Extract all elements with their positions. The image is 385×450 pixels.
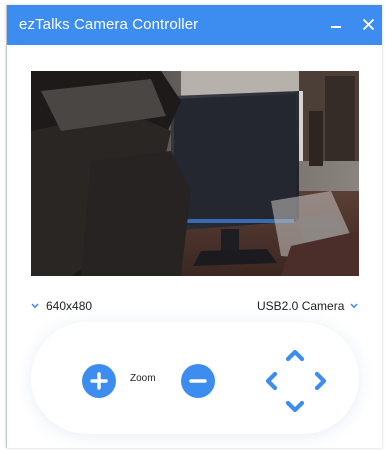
pan-left-button[interactable] bbox=[260, 370, 282, 392]
chevron-right-icon bbox=[314, 371, 327, 391]
pan-right-button[interactable] bbox=[310, 370, 332, 392]
minus-icon bbox=[189, 379, 207, 383]
chevron-up-icon bbox=[285, 349, 305, 362]
control-panel: Zoom bbox=[31, 322, 359, 434]
camera-feed-image bbox=[31, 71, 359, 276]
title-bar: ezTalks Camera Controller bbox=[7, 5, 382, 45]
chevron-down-icon bbox=[350, 303, 358, 309]
close-icon bbox=[362, 18, 374, 30]
camera-preview bbox=[31, 71, 359, 276]
pan-up-button[interactable] bbox=[284, 344, 306, 366]
chevron-left-icon bbox=[265, 371, 278, 391]
minimize-button[interactable] bbox=[323, 11, 349, 37]
chevron-down-icon bbox=[31, 303, 39, 309]
window-title: ezTalks Camera Controller bbox=[19, 16, 199, 33]
resolution-select[interactable]: 640x480 bbox=[31, 297, 92, 315]
camera-select[interactable]: USB2.0 Camera bbox=[257, 297, 358, 315]
camera-value: USB2.0 Camera bbox=[257, 299, 345, 313]
resolution-value: 640x480 bbox=[46, 299, 93, 313]
minimize-icon bbox=[331, 26, 341, 28]
zoom-label: Zoom bbox=[130, 373, 156, 384]
zoom-in-button[interactable] bbox=[82, 364, 116, 398]
plus-icon bbox=[90, 372, 108, 390]
close-button[interactable] bbox=[355, 11, 381, 37]
chevron-down-icon bbox=[285, 400, 305, 413]
app-window: ezTalks Camera Controller 640x480 USB2.0… bbox=[6, 5, 382, 448]
zoom-out-button[interactable] bbox=[181, 364, 215, 398]
pan-down-button[interactable] bbox=[284, 396, 306, 418]
